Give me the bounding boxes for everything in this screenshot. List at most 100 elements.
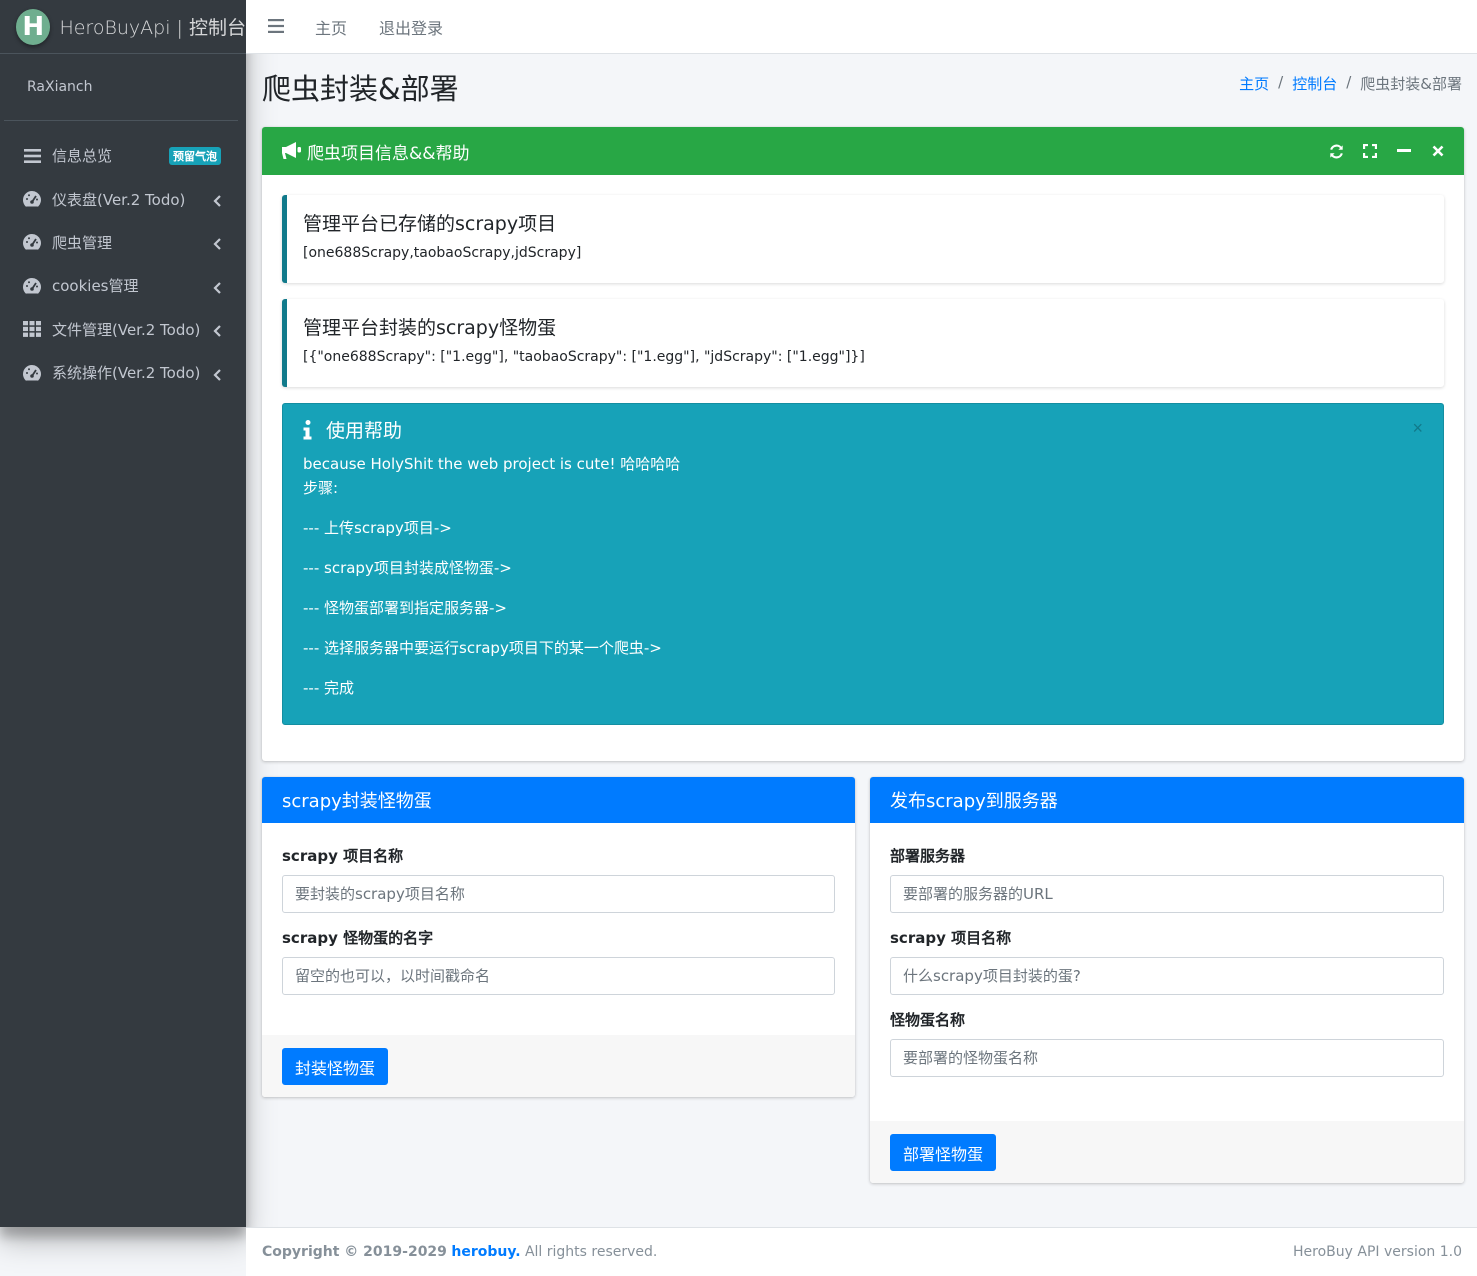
sidebar-item-files[interactable]: 文件管理(Ver.2 Todo): [0, 308, 246, 351]
sidebar-item-dashboard[interactable]: 仪表盘(Ver.2 Todo): [0, 177, 246, 220]
project-name-input[interactable]: [282, 875, 835, 913]
sidebar-item-system[interactable]: 系统操作(Ver.2 Todo): [0, 351, 246, 394]
breadcrumb-home[interactable]: 主页: [1239, 73, 1269, 94]
help-step: --- 怪物蛋部署到指定服务器->: [303, 599, 507, 617]
close-icon[interactable]: [1428, 141, 1448, 161]
help-step: --- 上传scrapy项目->: [303, 519, 452, 537]
refresh-icon[interactable]: [1326, 141, 1346, 161]
company-link[interactable]: herobuy.: [451, 1244, 520, 1260]
copyright: Copyright © 2019-2029 herobuy. All right…: [262, 1244, 657, 1260]
card-title: 爬虫项目信息&&帮助: [307, 143, 470, 164]
callout-text: [{"one688Scrapy": ["1.egg"], "taobaoScra…: [303, 349, 865, 365]
sidebar-item-overview[interactable]: 信息总览 预留气泡: [0, 134, 246, 177]
sidebar: H HeroBuyApi | 控制台 RaXianch 信息总览 预留气泡 仪表…: [0, 0, 246, 1227]
card-title: 发布scrapy到服务器: [890, 791, 1058, 812]
rights-text: All rights reserved.: [524, 1244, 658, 1260]
card-tools: [1326, 141, 1448, 161]
project-name-label: scrapy 项目名称: [890, 929, 1012, 947]
packaged-eggs-callout: 管理平台封装的scrapy怪物蛋 [{"one688Scrapy": ["1.e…: [282, 299, 1444, 387]
form-group: 怪物蛋名称: [890, 1009, 1444, 1077]
top-navbar: 主页 退出登录: [246, 0, 1477, 54]
chevron-left-icon: [213, 367, 221, 381]
nav-home-link[interactable]: 主页: [315, 15, 347, 39]
help-alert: × 使用帮助 because HolyShit the web project …: [282, 403, 1444, 725]
form-group: scrapy 怪物蛋的名字: [282, 927, 835, 995]
user-panel[interactable]: RaXianch: [4, 54, 238, 121]
project-name-label: scrapy 项目名称: [282, 847, 404, 865]
card-header: scrapy封装怪物蛋: [262, 777, 855, 823]
form-group: scrapy 项目名称: [890, 927, 1444, 995]
chevron-left-icon: [213, 323, 221, 338]
form-group: scrapy 项目名称: [282, 845, 835, 913]
egg-name-input[interactable]: [890, 1039, 1444, 1077]
card-footer: 部署怪物蛋: [870, 1121, 1464, 1183]
info-icon: [303, 419, 313, 440]
help-step: --- scrapy项目封装成怪物蛋->: [303, 559, 512, 577]
sidebar-item-label: 爬虫管理: [52, 233, 113, 252]
deploy-card: 发布scrapy到服务器 部署服务器 scrapy 项目名称 怪物蛋名称 部署怪…: [870, 777, 1464, 1183]
tachometer-icon: [22, 232, 42, 252]
tachometer-icon: [22, 189, 42, 209]
sidebar-item-crawler[interactable]: 爬虫管理: [0, 221, 246, 264]
help-steps-label: 步骤:: [303, 479, 339, 497]
sidebar-item-cookies[interactable]: cookies管理: [0, 264, 246, 307]
brand-link[interactable]: H HeroBuyApi | 控制台: [0, 0, 246, 54]
version-text: HeroBuy API version 1.0: [1293, 1244, 1462, 1260]
chevron-left-icon: [213, 280, 221, 294]
stored-projects-callout: 管理平台已存储的scrapy项目 [one688Scrapy,taobaoScr…: [282, 195, 1444, 283]
egg-name-label: scrapy 怪物蛋的名字: [282, 929, 434, 947]
alert-close-button[interactable]: ×: [1412, 418, 1423, 439]
egg-name-label: 怪物蛋名称: [890, 1011, 966, 1029]
minimize-icon[interactable]: [1394, 141, 1414, 161]
breadcrumb-separator: /: [1278, 73, 1284, 91]
card-title: scrapy封装怪物蛋: [282, 791, 432, 812]
list-icon: [22, 146, 42, 166]
egg-name-input[interactable]: [282, 957, 835, 995]
user-name[interactable]: RaXianch: [27, 79, 93, 95]
breadcrumb-separator: /: [1346, 73, 1352, 91]
info-help-card: 爬虫项目信息&&帮助 管理平台已存储的scrapy项目 [one688Scrap…: [262, 127, 1464, 761]
callout-title: 管理平台已存储的scrapy项目: [303, 213, 557, 235]
page-title: 爬虫封装&部署: [262, 72, 459, 106]
tachometer-icon: [22, 276, 42, 296]
breadcrumb-dashboard[interactable]: 控制台: [1292, 73, 1337, 94]
grid-icon: [22, 319, 42, 339]
server-label: 部署服务器: [890, 847, 966, 865]
chevron-left-icon: [213, 236, 221, 251]
sidebar-item-label: cookies管理: [52, 277, 139, 296]
help-step: --- 完成: [303, 679, 355, 697]
bullhorn-icon: [281, 141, 303, 161]
help-title: 使用帮助: [326, 420, 403, 442]
help-step: --- 选择服务器中要运行scrapy项目下的某一个爬虫->: [303, 639, 662, 657]
help-title-row: 使用帮助: [303, 416, 1443, 443]
card-footer: 封装怪物蛋: [262, 1035, 855, 1097]
breadcrumb-current: 爬虫封装&部署: [1360, 75, 1462, 93]
chevron-left-icon: [213, 193, 221, 207]
copyright-text: Copyright © 2019-2029: [262, 1244, 447, 1260]
project-name-input[interactable]: [890, 957, 1444, 995]
form-body: scrapy 项目名称 scrapy 怪物蛋的名字: [262, 823, 855, 995]
brand-logo: H: [16, 8, 51, 45]
tachometer-icon: [22, 363, 42, 383]
package-egg-card: scrapy封装怪物蛋 scrapy 项目名称 scrapy 怪物蛋的名字 封装…: [262, 777, 855, 1097]
callout-title: 管理平台封装的scrapy怪物蛋: [303, 317, 557, 339]
sidebar-item-label: 系统操作(Ver.2 Todo): [52, 364, 201, 383]
sidebar-item-label: 文件管理(Ver.2 Todo): [52, 320, 201, 339]
nav-logout-link[interactable]: 退出登录: [379, 15, 443, 39]
package-egg-button[interactable]: 封装怪物蛋: [282, 1048, 389, 1085]
maximize-icon[interactable]: [1360, 141, 1380, 161]
help-line: because HolyShit the web project is cute…: [303, 455, 681, 473]
page-footer: Copyright © 2019-2029 herobuy. All right…: [246, 1227, 1477, 1276]
sidebar-item-label: 仪表盘(Ver.2 Todo): [52, 190, 186, 209]
callout-text: [one688Scrapy,taobaoScrapy,jdScrapy]: [303, 245, 582, 261]
card-header: 爬虫项目信息&&帮助: [262, 127, 1464, 175]
brand-name: HeroBuyApi | 控制台: [59, 17, 246, 39]
form-body: 部署服务器 scrapy 项目名称 怪物蛋名称: [870, 823, 1464, 1077]
deploy-egg-button[interactable]: 部署怪物蛋: [890, 1134, 997, 1171]
server-url-input[interactable]: [890, 875, 1444, 913]
sidebar-nav: 信息总览 预留气泡 仪表盘(Ver.2 Todo) 爬虫管理 cookies管理: [0, 134, 246, 394]
card-header: 发布scrapy到服务器: [870, 777, 1464, 823]
menu-toggle-icon[interactable]: [268, 18, 286, 35]
breadcrumb: 主页 / 控制台 / 爬虫封装&部署: [1239, 73, 1462, 94]
status-badge: 预留气泡: [169, 146, 221, 165]
